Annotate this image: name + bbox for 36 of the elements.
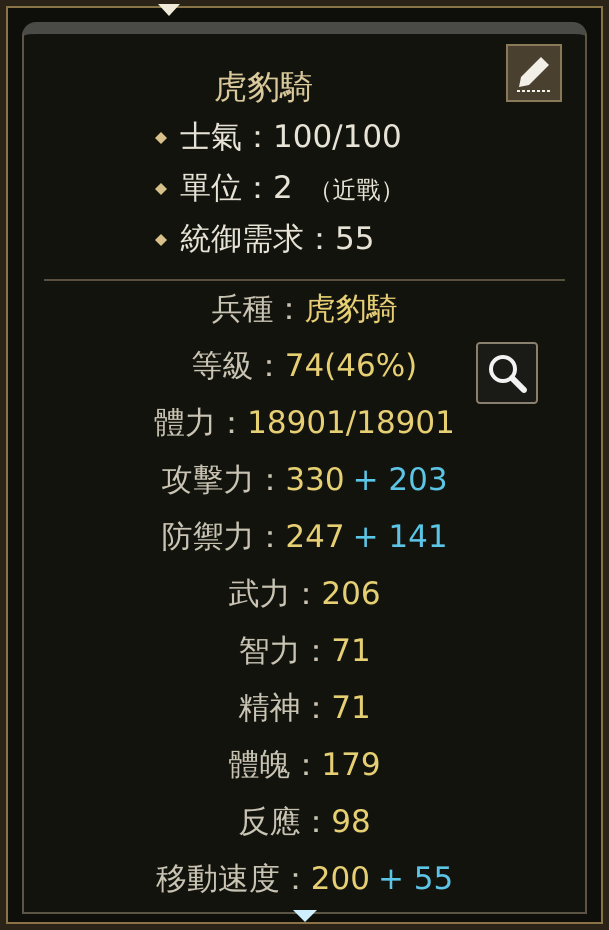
- stat-bonus: + 55: [378, 860, 454, 900]
- search-button[interactable]: [476, 342, 538, 404]
- stat-value: 74(46%): [284, 347, 418, 386]
- edit-button[interactable]: [506, 44, 562, 102]
- stat-label: 反應：: [238, 803, 332, 842]
- stat-label: 武力：: [228, 575, 322, 614]
- summary-line: 士氣：100/100: [180, 118, 402, 158]
- stat-bonus: + 141: [352, 518, 448, 558]
- unit-title: 虎豹騎: [214, 66, 313, 108]
- stat-value: 18901/18901: [247, 404, 455, 444]
- stat-value: 71: [331, 632, 371, 672]
- stat-label: 防禦力：: [161, 518, 286, 558]
- down-arrow-icon: [293, 910, 317, 922]
- stat-value: 179: [321, 746, 381, 786]
- stat-value: 200: [310, 860, 370, 900]
- diamond-bullet-icon: [154, 232, 168, 246]
- stat-value: 206: [321, 575, 381, 614]
- stat-label: 精神：: [238, 689, 332, 728]
- stat-value: 71: [331, 689, 371, 728]
- stat-label: 體魄：: [228, 746, 322, 786]
- diamond-bullet-icon: [154, 182, 168, 196]
- stat-label: 攻擊力：: [161, 461, 286, 500]
- stat-label: 兵種：: [212, 290, 304, 330]
- stat-label: 移動速度：: [156, 860, 311, 900]
- stat-value: 330: [285, 461, 345, 500]
- pointer-icon: [158, 4, 180, 16]
- stat-bonus: + 203: [352, 461, 448, 500]
- stat-label: 體力：: [154, 404, 248, 444]
- diamond-bullet-icon: [154, 130, 168, 144]
- summary-line: 單位：2 （近戰）: [180, 169, 405, 208]
- stat-value: 98: [331, 803, 371, 842]
- stat-value: 247: [285, 518, 345, 558]
- stat-label: 智力：: [238, 632, 332, 672]
- stat-value: 虎豹騎: [304, 290, 398, 330]
- summary-line: 統御需求：55: [180, 220, 374, 260]
- stat-label: 等級：: [192, 347, 285, 386]
